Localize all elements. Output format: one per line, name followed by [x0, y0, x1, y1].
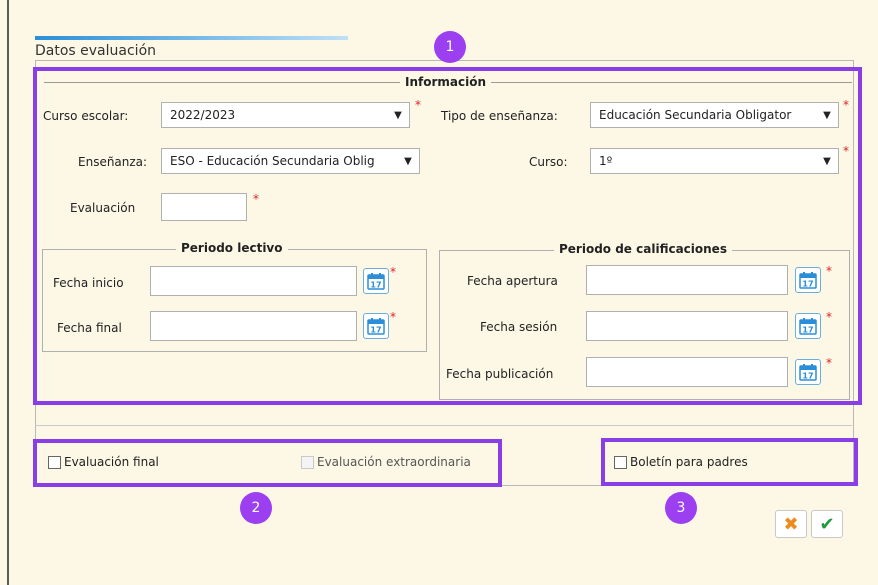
callout-3: 3	[665, 492, 697, 524]
fecha-publicacion-input[interactable]	[586, 357, 788, 387]
calendar-button[interactable]: 17	[363, 313, 389, 339]
fecha-final-input[interactable]	[150, 311, 357, 341]
tipo-ensenanza-label: Tipo de enseñanza:	[441, 109, 558, 123]
evaluacion-final-checkbox[interactable]: Evaluación final	[48, 455, 159, 469]
chevron-down-icon: ▼	[404, 155, 412, 167]
divider	[35, 425, 852, 426]
calendar-day: 17	[802, 372, 813, 381]
boletin-padres-checkbox[interactable]: Boletín para padres	[614, 455, 748, 469]
evaluacion-extraordinaria-checkbox[interactable]: Evaluación extraordinaria	[301, 455, 471, 469]
calendar-button[interactable]: 17	[363, 268, 389, 294]
calendar-icon: 17	[367, 273, 385, 290]
callout-2: 2	[240, 492, 272, 524]
chevron-down-icon: ▼	[394, 109, 402, 121]
boletin-padres-label: Boletín para padres	[630, 455, 748, 469]
curso-escolar-value: 2022/2023	[170, 108, 236, 122]
calendar-day: 17	[802, 326, 813, 335]
required-mark: *	[843, 98, 849, 112]
periodo-lectivo-legend: Periodo lectivo	[176, 241, 288, 255]
curso-escolar-select[interactable]: 2022/2023 ▼	[161, 102, 410, 128]
fecha-sesion-label: Fecha sesión	[480, 320, 558, 334]
calendar-day: 17	[802, 280, 813, 289]
callout-1: 1	[434, 31, 466, 63]
curso-escolar-label: Curso escolar:	[43, 109, 129, 123]
calendar-button[interactable]: 17	[795, 267, 821, 293]
calendar-icon: 17	[799, 272, 817, 289]
tipo-ensenanza-select[interactable]: Educación Secundaria Obligator ▼	[590, 102, 839, 128]
required-mark: *	[390, 265, 396, 279]
checkbox-box[interactable]	[301, 455, 314, 469]
chevron-down-icon: ▼	[823, 109, 831, 121]
checkbox-box[interactable]	[614, 455, 627, 469]
checkbox-box[interactable]	[48, 455, 61, 469]
evaluacion-label: Evaluación	[70, 201, 136, 215]
evaluacion-input[interactable]	[161, 193, 247, 221]
ensenanza-label: Enseñanza:	[78, 155, 148, 169]
page-title: Datos evaluación	[35, 43, 157, 59]
fecha-apertura-label: Fecha apertura	[467, 274, 558, 288]
calendar-icon: 17	[799, 364, 817, 381]
calendar-button[interactable]: 17	[795, 359, 821, 385]
calendar-day: 17	[370, 326, 381, 335]
calendar-button[interactable]: 17	[795, 313, 821, 339]
ensenanza-value: ESO - Educación Secundaria Oblig	[170, 154, 375, 168]
evaluacion-extraordinaria-label: Evaluación extraordinaria	[317, 455, 471, 469]
required-mark: *	[415, 98, 421, 112]
calendar-icon: 17	[799, 318, 817, 335]
chevron-down-icon: ▼	[823, 155, 831, 167]
required-mark: *	[253, 192, 259, 206]
calendar-icon: 17	[367, 318, 385, 335]
accept-button[interactable]: ✔	[811, 510, 843, 538]
calendar-day: 17	[370, 281, 381, 290]
cancel-button[interactable]: ✖	[775, 510, 807, 538]
fecha-inicio-input[interactable]	[150, 266, 357, 296]
curso-select[interactable]: 1º ▼	[590, 148, 839, 174]
close-icon: ✖	[783, 513, 799, 535]
fecha-apertura-input[interactable]	[586, 265, 788, 295]
required-mark: *	[826, 310, 832, 324]
fecha-inicio-label: Fecha inicio	[53, 276, 124, 290]
required-mark: *	[826, 264, 832, 278]
check-icon: ✔	[819, 513, 835, 535]
required-mark: *	[826, 356, 832, 370]
ensenanza-select[interactable]: ESO - Educación Secundaria Oblig ▼	[161, 148, 420, 174]
curso-label: Curso:	[529, 155, 568, 169]
fecha-publicacion-label: Fecha publicación	[446, 367, 554, 381]
evaluacion-final-label: Evaluación final	[64, 455, 159, 469]
periodo-calificaciones-legend: Periodo de calificaciones	[554, 242, 732, 256]
fecha-sesion-input[interactable]	[586, 311, 788, 341]
left-border	[7, 0, 9, 585]
curso-value: 1º	[599, 154, 613, 168]
title-accent-bar	[35, 36, 348, 40]
fecha-final-label: Fecha final	[57, 321, 122, 335]
tipo-ensenanza-value: Educación Secundaria Obligator	[599, 108, 792, 122]
informacion-legend: Información	[400, 75, 492, 89]
required-mark: *	[843, 144, 849, 158]
required-mark: *	[390, 310, 396, 324]
